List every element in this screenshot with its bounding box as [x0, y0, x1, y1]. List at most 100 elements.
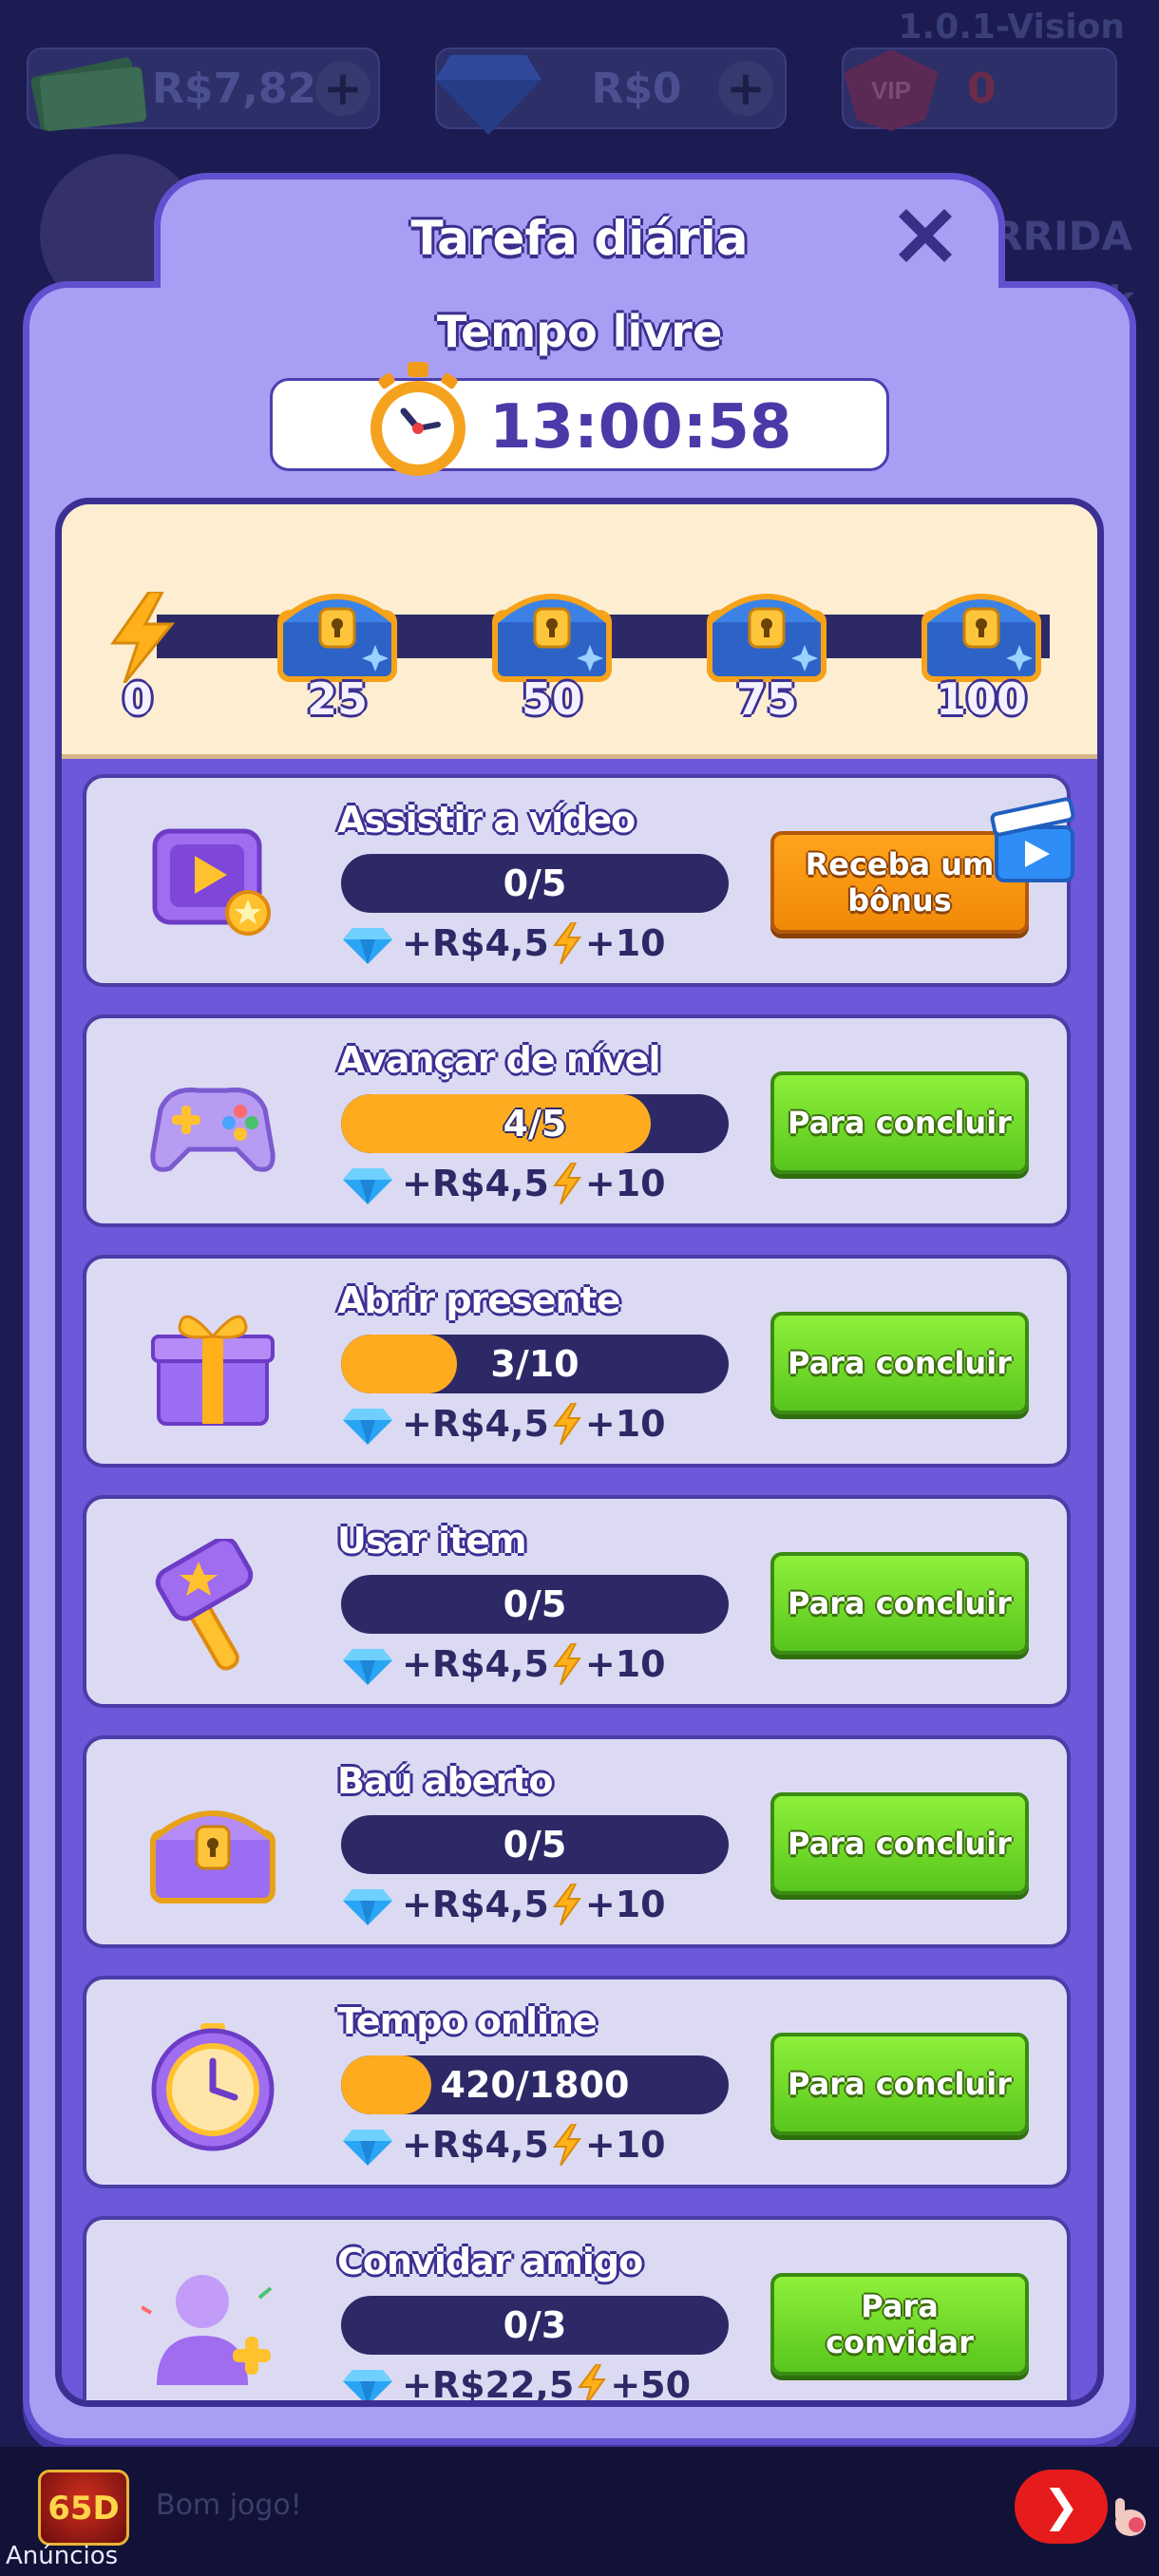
task-card: Baú aberto 0/5 +R$4,5 +10 Para concluir [83, 1735, 1071, 1948]
reward-cash: +R$4,5 [402, 1884, 549, 1925]
modal-title: Tarefa diária [410, 211, 749, 266]
diamond-icon [343, 1889, 392, 1925]
reward-cash: +R$22,5 [402, 2364, 575, 2406]
task-reward: +R$4,5 +10 [343, 2118, 666, 2171]
task-progress-bar: 0/5 [341, 854, 729, 913]
close-icon [899, 209, 952, 262]
energy-bolt-icon [552, 2124, 581, 2166]
gem-balance: R$0 + [435, 47, 787, 135]
cash-stack-icon [30, 57, 147, 132]
energy-bolt-icon [552, 922, 581, 964]
task-progress-bar: 4/5 [341, 1094, 729, 1153]
energy-bolt-icon [552, 1403, 581, 1445]
diamond-icon [343, 928, 392, 964]
video-icon [152, 828, 271, 936]
vip-badge-icon: VIP [844, 49, 939, 131]
reward-xp: +10 [584, 1403, 666, 1445]
task-card: Convidar amigo 0/3 +R$22,5 +50 Para convida… [83, 2216, 1071, 2406]
ad-label: Anúncios [6, 2542, 119, 2570]
task-card: Tempo online 420/1800 +R$4,5 +10 Para concl… [83, 1976, 1071, 2188]
task-progress-bar: 0/5 [341, 1815, 729, 1874]
task-progress-text: 0/5 [503, 862, 567, 904]
task-reward: +R$4,5 +10 [343, 1878, 666, 1931]
energy-bolt-icon [552, 1884, 581, 1925]
energy-bolt-icon [110, 592, 176, 683]
invite-friend-icon [142, 2275, 273, 2385]
diamond-icon [343, 2130, 392, 2166]
reward-xp: +10 [584, 2124, 666, 2166]
ad-play-button[interactable]: ❯ [1015, 2470, 1108, 2544]
ad-logo[interactable]: 65D [38, 2470, 129, 2546]
cash-value: R$7,82 [152, 64, 317, 113]
close-button[interactable] [889, 199, 961, 272]
task-progress-bar: 420/1800 [341, 2055, 729, 2114]
add-gems-button[interactable]: + [718, 61, 773, 116]
task-progress-text: 4/5 [503, 1103, 567, 1145]
diamond-icon [343, 1168, 392, 1204]
milestone-label: 75 [735, 673, 797, 725]
version-label: 1.0.1-Vision [898, 8, 1125, 47]
task-reward: +R$4,5 +10 [343, 917, 666, 970]
complete-task-button[interactable]: Para concluir [770, 1071, 1029, 1174]
complete-task-button[interactable]: Para concluir [770, 2033, 1029, 2135]
treasure-chest-icon[interactable] [915, 571, 1048, 685]
reward-xp: +10 [584, 922, 666, 964]
task-reward: +R$4,5 +10 [343, 1397, 666, 1450]
task-progress-bar: 0/5 [341, 1575, 729, 1634]
gamepad-icon [150, 1087, 276, 1172]
complete-task-button[interactable]: Para concluir [770, 1792, 1029, 1895]
task-reward: +R$22,5 +50 [343, 2358, 692, 2406]
reward-xp: +10 [584, 1163, 666, 1204]
milestone-label: 25 [306, 673, 368, 725]
pointer-hand-icon [1115, 2498, 1146, 2536]
task-card: Avançar de nível 4/5 +R$4,5 +10 Para conclu… [83, 1014, 1071, 1227]
clock-icon [151, 2023, 275, 2151]
task-card: Abrir presente 3/10 +R$4,5 +10 Para conclui… [83, 1255, 1071, 1468]
energy-bolt-icon [552, 1643, 581, 1685]
task-panel[interactable]: 0 25 50 75 100 Assistir a vídeo 0/5 +R$4,… [55, 498, 1104, 2407]
reward-xp: +50 [610, 2364, 692, 2406]
video-clapper-icon [990, 797, 1075, 882]
vip-count: 0 [967, 64, 997, 113]
treasure-chest-icon[interactable] [271, 571, 404, 685]
task-progress-text: 420/1800 [440, 2064, 630, 2106]
reward-cash: +R$4,5 [402, 1163, 549, 1204]
add-cash-button[interactable]: + [315, 61, 370, 116]
cash-balance: R$7,82 + [27, 47, 380, 132]
task-reward: +R$4,5 +10 [343, 1638, 666, 1691]
task-card: Assistir a vídeo 0/5 +R$4,5 +10 Receba um b… [83, 774, 1075, 987]
ad-bar[interactable]: 65D Anúncios Bom jogo! ❯ [0, 2447, 1159, 2576]
complete-task-button[interactable]: Para concluir [770, 1552, 1029, 1655]
complete-task-button[interactable]: Para convidar [770, 2273, 1029, 2376]
diamond-icon [343, 1409, 392, 1445]
timer-value: 13:00:58 [489, 392, 792, 463]
reward-cash: +R$4,5 [402, 1403, 549, 1445]
vip-status[interactable]: VIP 0 [842, 47, 1117, 131]
task-progress-text: 0/3 [503, 2304, 567, 2346]
milestone-label: 100 [935, 673, 1028, 725]
task-progress-text: 0/5 [503, 1583, 567, 1625]
task-card: Usar item 0/5 +R$4,5 +10 Para concluir [83, 1495, 1071, 1708]
chest-icon [150, 1810, 276, 1904]
task-progress-bar: 3/10 [341, 1335, 729, 1393]
timer-box: 13:00:58 [270, 362, 889, 476]
svg-text:VIP: VIP [871, 76, 911, 104]
gift-icon [151, 1315, 275, 1426]
task-title: Usar item [337, 1520, 527, 1562]
diamond-icon [343, 1649, 392, 1685]
reward-cash: +R$4,5 [402, 2124, 549, 2166]
hammer-icon [155, 1539, 254, 1671]
diamond-icon [343, 2370, 392, 2400]
complete-task-button[interactable]: Para concluir [770, 1312, 1029, 1414]
milestone-label: 0 [122, 673, 153, 725]
task-title: Assistir a vídeo [337, 799, 636, 841]
task-progress-text: 3/10 [490, 1343, 580, 1385]
gem-icon [435, 55, 542, 135]
treasure-chest-icon[interactable] [485, 571, 618, 685]
treasure-chest-icon[interactable] [700, 571, 833, 685]
task-title: Tempo online [337, 2000, 598, 2042]
reward-cash: +R$4,5 [402, 1643, 549, 1685]
task-title: Avançar de nível [337, 1039, 661, 1081]
stopwatch-icon [370, 362, 466, 476]
timer-label: Tempo livre [436, 306, 723, 357]
